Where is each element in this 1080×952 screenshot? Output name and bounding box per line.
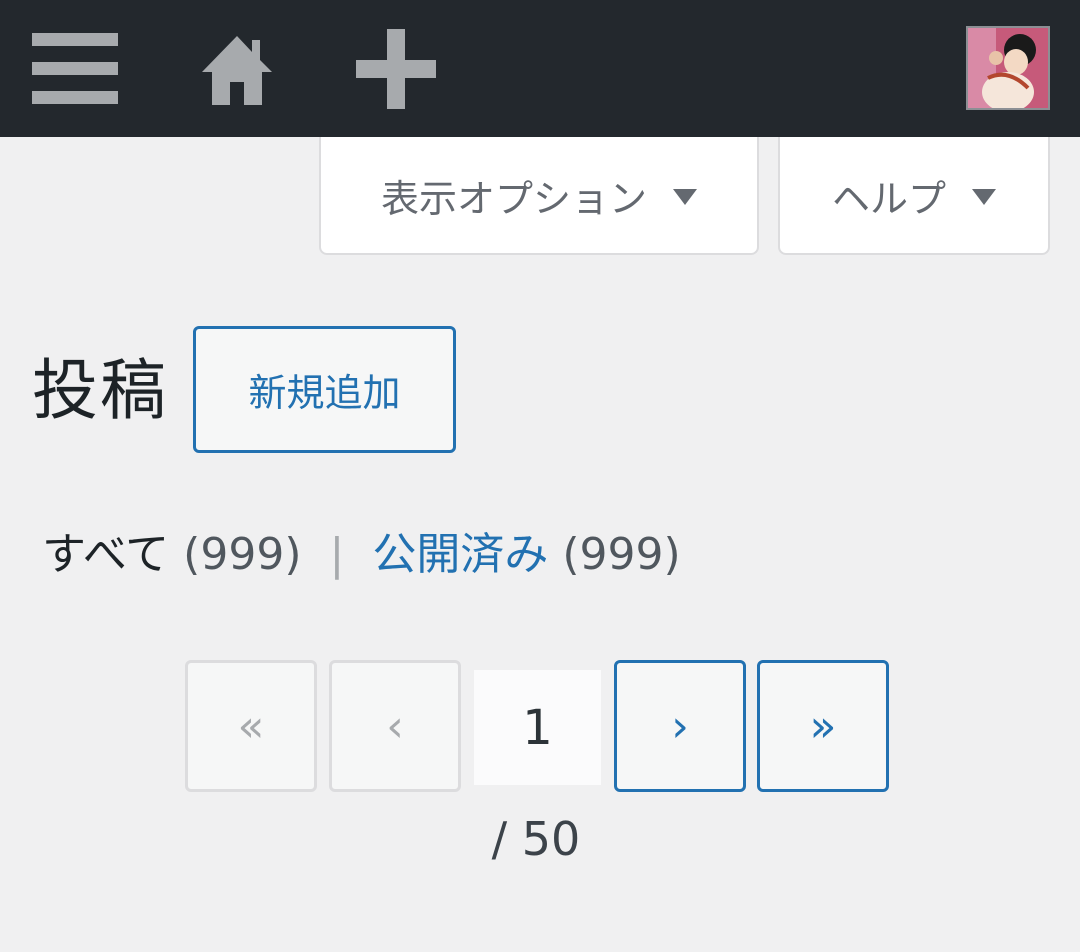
total-pages: / 50 bbox=[491, 812, 581, 866]
screen-meta-links: 表示オプション ヘルプ bbox=[0, 137, 1080, 257]
next-page-button[interactable]: › bbox=[614, 660, 746, 792]
post-status-views: すべて (999) | 公開済み (999) bbox=[42, 520, 681, 590]
view-separator: | bbox=[329, 529, 345, 580]
hamburger-menu-icon[interactable] bbox=[22, 22, 128, 116]
user-avatar[interactable] bbox=[966, 26, 1050, 110]
view-all-label[interactable]: すべて bbox=[42, 529, 169, 580]
screen-options-label: 表示オプション bbox=[380, 176, 647, 221]
prev-page-button: ‹ bbox=[329, 660, 461, 792]
add-new-button[interactable]: 新規追加 bbox=[193, 326, 456, 453]
page-title: 投稿 bbox=[32, 352, 168, 429]
dropdown-arrow-icon bbox=[673, 189, 697, 205]
admin-bar bbox=[0, 0, 1080, 137]
help-button[interactable]: ヘルプ bbox=[778, 137, 1050, 255]
plus-icon[interactable] bbox=[348, 22, 444, 116]
screen-options-button[interactable]: 表示オプション bbox=[319, 137, 759, 255]
last-page-button[interactable]: » bbox=[757, 660, 889, 792]
view-all-count: (999) bbox=[183, 529, 302, 580]
current-page-input[interactable] bbox=[474, 670, 601, 785]
view-published-count: (999) bbox=[562, 529, 681, 580]
first-page-button: « bbox=[185, 660, 317, 792]
home-icon[interactable] bbox=[190, 22, 284, 116]
view-published-link[interactable]: 公開済み bbox=[372, 529, 548, 580]
dropdown-arrow-icon bbox=[972, 189, 996, 205]
help-label: ヘルプ bbox=[831, 176, 946, 221]
